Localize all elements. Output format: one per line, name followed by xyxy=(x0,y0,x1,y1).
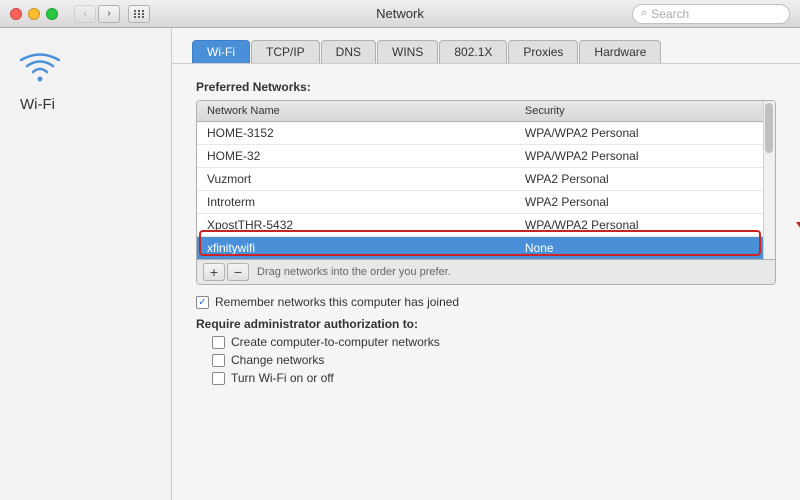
create-networks-label: Create computer-to-computer networks xyxy=(231,335,440,349)
checkmark-icon: ✓ xyxy=(198,297,206,308)
table-row[interactable]: Vuzmort WPA2 Personal xyxy=(197,168,775,191)
tab-dns[interactable]: DNS xyxy=(321,40,376,63)
back-button[interactable]: ‹ xyxy=(74,5,96,23)
remember-networks-checkbox[interactable]: ✓ xyxy=(196,296,209,309)
sidebar: Wi-Fi xyxy=(0,28,172,500)
col-security: Security xyxy=(515,101,775,122)
window-title: Network xyxy=(376,6,424,21)
table-outer: Network Name Security HOME-3152 WPA/WPA2… xyxy=(196,100,776,285)
change-networks-label: Change networks xyxy=(231,353,324,367)
scrollbar-thumb[interactable] xyxy=(765,103,773,153)
arrow-annotation xyxy=(796,170,800,242)
wifi-label: Wi-Fi xyxy=(20,96,55,113)
preferred-networks-label: Preferred Networks: xyxy=(196,80,776,94)
content-area: Wi-Fi Wi-Fi TCP/IP DNS WINS 802.1X Proxi… xyxy=(0,28,800,500)
search-placeholder: Search xyxy=(651,7,689,21)
tab-tcpip[interactable]: TCP/IP xyxy=(251,40,320,63)
security-cell: WPA2 Personal xyxy=(515,168,775,191)
table-scroll[interactable]: Network Name Security HOME-3152 WPA/WPA2… xyxy=(197,101,775,259)
tabs-row: Wi-Fi TCP/IP DNS WINS 802.1X Proxies Har… xyxy=(172,28,800,64)
wifi-icon xyxy=(20,48,60,88)
remember-networks-label: Remember networks this computer has join… xyxy=(215,295,459,309)
network-name-cell: HOME-32 xyxy=(197,145,515,168)
create-networks-checkbox[interactable] xyxy=(212,336,225,349)
security-cell: WPA/WPA2 Personal xyxy=(515,122,775,145)
col-network-name: Network Name xyxy=(197,101,515,122)
tab-hardware[interactable]: Hardware xyxy=(579,40,661,63)
close-button[interactable] xyxy=(10,8,22,20)
wifi-section: Wi-Fi xyxy=(0,48,171,113)
table-row[interactable]: HOME-3152 WPA/WPA2 Personal xyxy=(197,122,775,145)
turn-wifi-label: Turn Wi-Fi on or off xyxy=(231,371,334,385)
turn-wifi-row: Turn Wi-Fi on or off xyxy=(212,371,776,385)
minimize-button[interactable] xyxy=(28,8,40,20)
create-networks-row: Create computer-to-computer networks xyxy=(212,335,776,349)
grid-view-button[interactable] xyxy=(128,5,150,23)
network-name-cell: XpostTHR-5432 xyxy=(197,214,515,237)
network-name-cell: xfinitywifi xyxy=(197,237,515,260)
tab-8021x[interactable]: 802.1X xyxy=(439,40,507,63)
security-cell: WPA2 Personal xyxy=(515,191,775,214)
table-row-selected[interactable]: xfinitywifi None xyxy=(197,237,775,260)
titlebar: ‹ › Network ⌕ Search xyxy=(0,0,800,28)
remove-network-button[interactable]: − xyxy=(227,263,249,281)
security-cell: WPA/WPA2 Personal xyxy=(515,145,775,168)
network-name-cell: Introterm xyxy=(197,191,515,214)
network-name-cell: HOME-3152 xyxy=(197,122,515,145)
tab-wifi[interactable]: Wi-Fi xyxy=(192,40,250,63)
add-remove-row: + − Drag networks into the order you pre… xyxy=(197,259,775,284)
arrow-head-icon xyxy=(796,222,800,242)
grid-icon xyxy=(134,10,145,18)
drag-hint: Drag networks into the order you prefer. xyxy=(257,266,451,278)
table-row[interactable]: Introterm WPA2 Personal xyxy=(197,191,775,214)
security-cell: WPA/WPA2 Personal xyxy=(515,214,775,237)
table-row[interactable]: HOME-32 WPA/WPA2 Personal xyxy=(197,145,775,168)
remember-networks-row: ✓ Remember networks this computer has jo… xyxy=(196,295,776,309)
add-network-button[interactable]: + xyxy=(203,263,225,281)
maximize-button[interactable] xyxy=(46,8,58,20)
scrollbar-track[interactable] xyxy=(763,101,775,259)
change-networks-row: Change networks xyxy=(212,353,776,367)
tab-wins[interactable]: WINS xyxy=(377,40,438,63)
network-table-wrapper: Network Name Security HOME-3152 WPA/WPA2… xyxy=(196,100,776,285)
network-table: Network Name Security HOME-3152 WPA/WPA2… xyxy=(197,101,775,259)
traffic-lights xyxy=(10,8,58,20)
tab-proxies[interactable]: Proxies xyxy=(508,40,578,63)
preferred-networks-section: Preferred Networks: Network Name Securit… xyxy=(172,64,800,405)
turn-wifi-checkbox[interactable] xyxy=(212,372,225,385)
admin-auth-label: Require administrator authorization to: xyxy=(196,317,776,331)
security-cell: None xyxy=(515,237,775,260)
network-name-cell: Vuzmort xyxy=(197,168,515,191)
search-box[interactable]: ⌕ Search xyxy=(632,4,790,24)
options-section: ✓ Remember networks this computer has jo… xyxy=(196,295,776,385)
main-panel: Wi-Fi TCP/IP DNS WINS 802.1X Proxies Har… xyxy=(172,28,800,500)
forward-button[interactable]: › xyxy=(98,5,120,23)
change-networks-checkbox[interactable] xyxy=(212,354,225,367)
table-row[interactable]: XpostTHR-5432 WPA/WPA2 Personal xyxy=(197,214,775,237)
search-icon: ⌕ xyxy=(641,7,647,20)
